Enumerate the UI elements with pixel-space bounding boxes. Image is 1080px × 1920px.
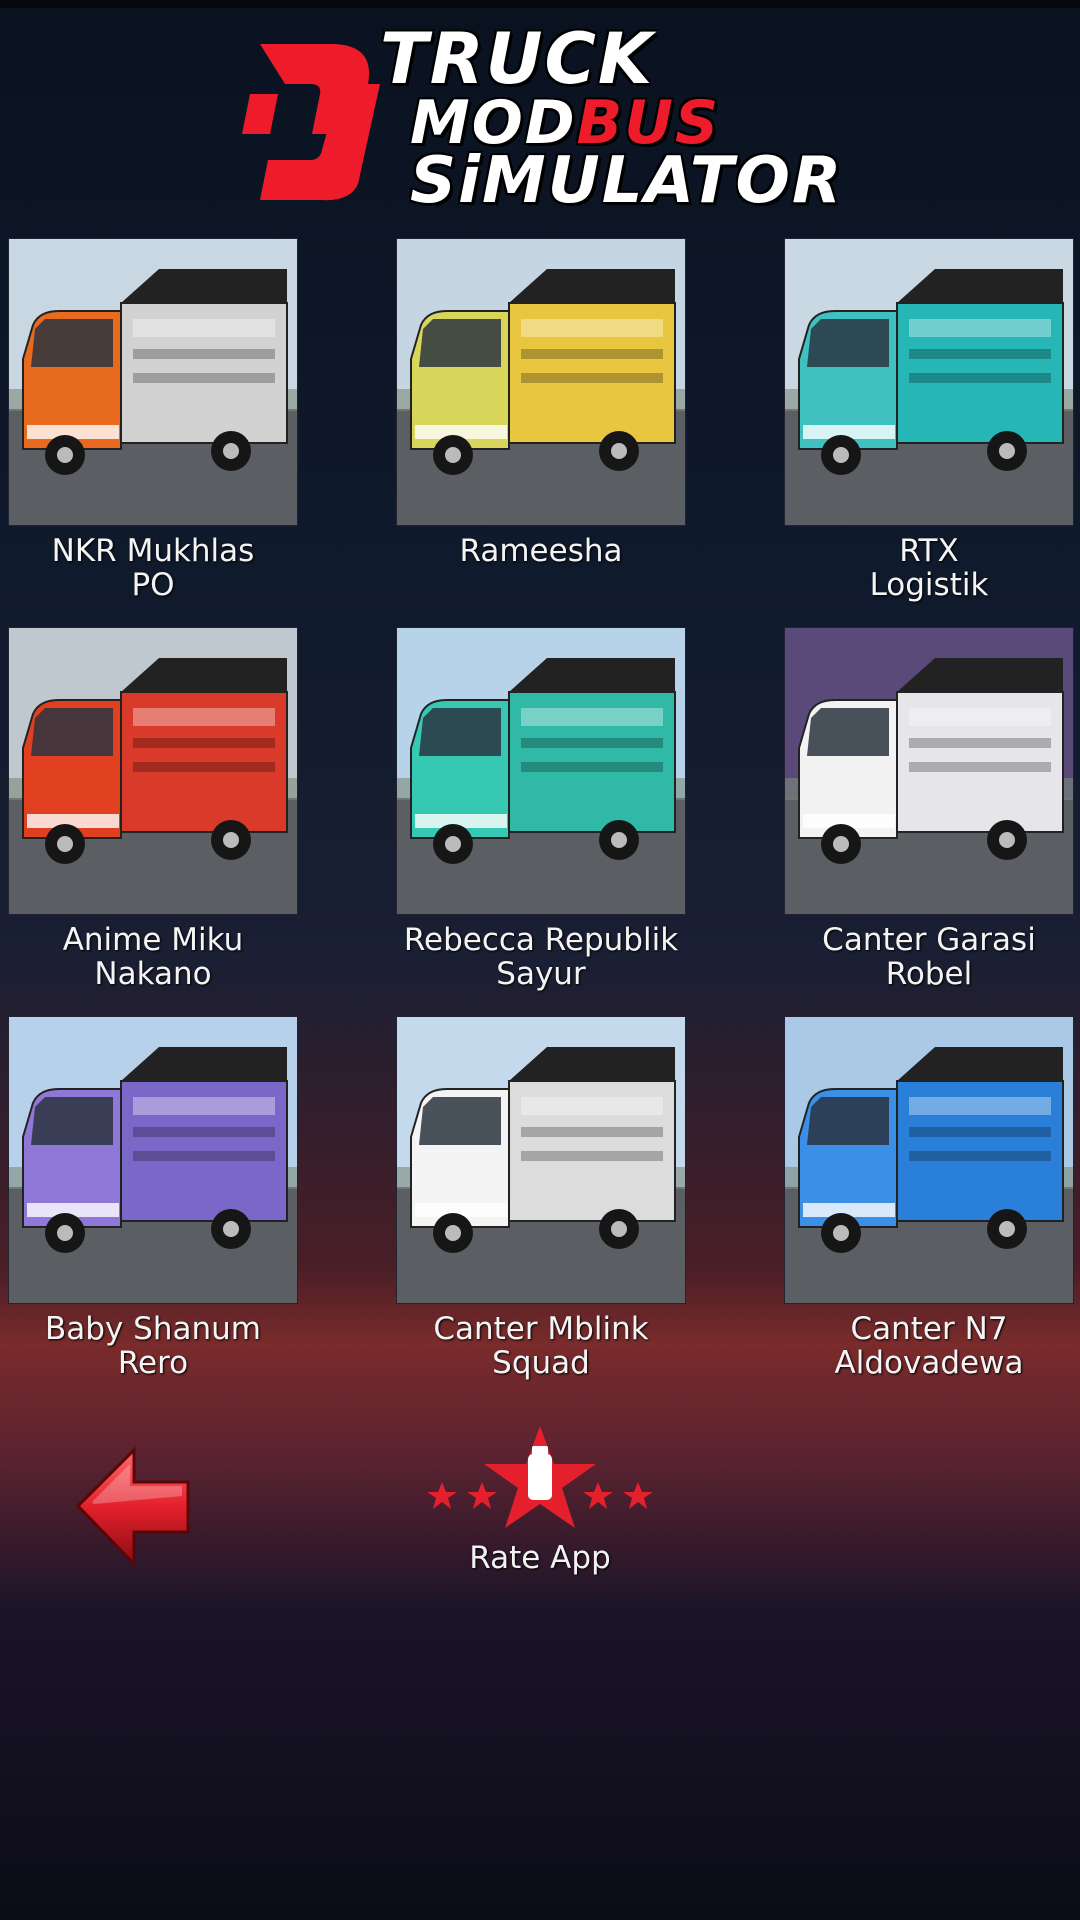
livery-name: NKR Mukhlas PO bbox=[0, 534, 328, 602]
livery-name-line1: Canter Garasi bbox=[822, 922, 1036, 958]
livery-name-line1: NKR Mukhlas bbox=[51, 533, 255, 569]
livery-name-line2: Sayur bbox=[496, 956, 586, 992]
livery-thumbnail[interactable] bbox=[784, 1016, 1074, 1304]
top-strip bbox=[0, 0, 1080, 8]
livery-card[interactable]: Canter N7 Aldovadewa bbox=[784, 1016, 1074, 1380]
livery-name-line2: Rero bbox=[117, 1345, 189, 1381]
livery-name-line1: Rebecca Republik bbox=[403, 922, 679, 958]
livery-name: Canter Garasi Robel bbox=[754, 923, 1080, 991]
livery-thumbnail[interactable] bbox=[8, 627, 298, 915]
livery-name-line1: Rameesha bbox=[459, 533, 623, 569]
livery-thumbnail[interactable] bbox=[396, 238, 686, 526]
logo-line-simulator: SiMULATOR bbox=[410, 144, 844, 218]
back-arrow-icon bbox=[75, 1446, 190, 1568]
back-button[interactable] bbox=[74, 1444, 194, 1568]
livery-name-line1: Canter Mblink bbox=[433, 1311, 649, 1347]
app-logo: TRUCK MODBUS SiMULATOR bbox=[240, 14, 841, 218]
livery-name-line1: Canter N7 bbox=[850, 1311, 1008, 1347]
livery-card[interactable]: Baby Shanum Rero bbox=[8, 1016, 298, 1380]
livery-name: Anime Miku Nakano bbox=[0, 923, 328, 991]
livery-name: Baby Shanum Rero bbox=[0, 1312, 328, 1380]
livery-thumbnail[interactable] bbox=[784, 238, 1074, 526]
livery-thumbnail[interactable] bbox=[784, 627, 1074, 915]
livery-name: Rebecca Republik Sayur bbox=[366, 923, 716, 991]
livery-name: Rameesha bbox=[366, 534, 716, 568]
livery-name: Canter N7 Aldovadewa bbox=[754, 1312, 1080, 1380]
livery-name-line1: RTX bbox=[899, 533, 959, 569]
livery-name-line2: Robel bbox=[885, 956, 973, 992]
rate-stars-icon bbox=[427, 1426, 653, 1528]
livery-name-line1: Baby Shanum bbox=[45, 1311, 261, 1347]
livery-card[interactable]: RTX Logistik bbox=[784, 238, 1074, 602]
livery-name: RTX Logistik bbox=[754, 534, 1080, 602]
livery-thumbnail[interactable] bbox=[8, 238, 298, 526]
livery-name-line2: Logistik bbox=[869, 567, 989, 603]
rate-app-button[interactable]: Rate App bbox=[420, 1424, 660, 1576]
dj-logo-mark bbox=[242, 44, 380, 201]
livery-thumbnail[interactable] bbox=[396, 627, 686, 915]
livery-card[interactable]: Canter Garasi Robel bbox=[784, 627, 1074, 991]
livery-card[interactable]: Rebecca Republik Sayur bbox=[396, 627, 686, 991]
livery-name-line2: Aldovadewa bbox=[834, 1345, 1024, 1381]
livery-name: Canter Mblink Squad bbox=[366, 1312, 716, 1380]
livery-thumbnail[interactable] bbox=[8, 1016, 298, 1304]
livery-name-line2: Nakano bbox=[94, 956, 212, 992]
livery-card[interactable]: Rameesha bbox=[396, 238, 686, 568]
rate-app-label: Rate App bbox=[469, 1540, 611, 1576]
livery-name-line1: Anime Miku bbox=[62, 922, 244, 958]
livery-thumbnail[interactable] bbox=[396, 1016, 686, 1304]
livery-card[interactable]: Canter Mblink Squad bbox=[396, 1016, 686, 1380]
livery-card[interactable]: NKR Mukhlas PO bbox=[8, 238, 298, 602]
livery-name-line2: Squad bbox=[492, 1345, 590, 1381]
livery-card[interactable]: Anime Miku Nakano bbox=[8, 627, 298, 991]
livery-name-line2: PO bbox=[131, 567, 175, 603]
